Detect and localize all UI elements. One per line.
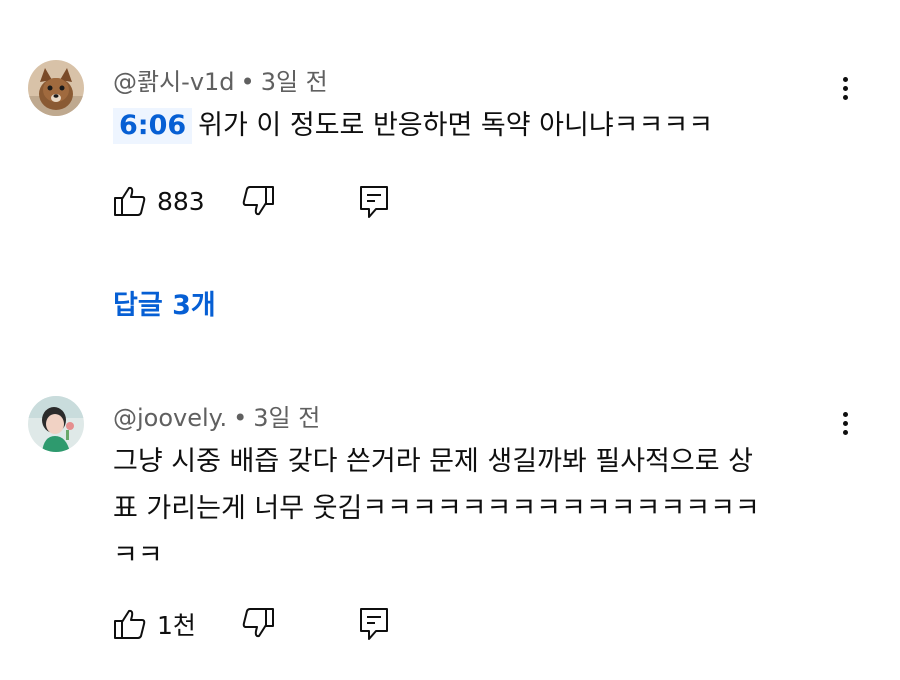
comment-actions: 1천	[113, 606, 513, 642]
like-button[interactable]: 1천	[113, 606, 196, 642]
comment-text: 그냥 시중 배즙 갖다 쓴거라 문제 생길까봐 필사적으로 상 표 가리는게 너…	[113, 438, 833, 579]
comment-text-line: ㅋㅋ	[113, 540, 163, 571]
reply-icon	[358, 606, 390, 642]
reply-icon	[358, 184, 390, 220]
avatar[interactable]	[28, 396, 84, 452]
meta-separator: •	[233, 404, 248, 432]
comment-age: 3일 전	[260, 68, 328, 96]
thumbs-down-icon	[241, 606, 275, 640]
timestamp-link[interactable]: 6:06	[113, 108, 193, 144]
like-count: 883	[157, 186, 205, 216]
more-options-button[interactable]	[830, 68, 860, 108]
comment-text-line: 그냥 시중 배즙 갖다 쓴거라 문제 생길까봐 필사적으로 상	[113, 446, 753, 477]
comment-text-line: 표 가리는게 너무 웃김ㅋㅋㅋㅋㅋㅋㅋㅋㅋㅋㅋㅋㅋㅋㅋㅋ	[113, 493, 760, 524]
thumbs-up-icon	[113, 184, 147, 218]
comment-text: 6:06 위가 이 정도로 반응하면 독약 아니냐ㅋㅋㅋㅋ	[113, 102, 833, 149]
dislike-button[interactable]	[241, 184, 275, 218]
more-options-button[interactable]	[830, 403, 860, 443]
reply-button[interactable]	[358, 606, 390, 642]
like-button[interactable]: 883	[113, 184, 205, 218]
dislike-button[interactable]	[241, 606, 275, 640]
author-name[interactable]: @콹시-v1d	[113, 68, 235, 96]
more-vertical-icon	[842, 411, 848, 435]
avatar[interactable]	[28, 60, 84, 116]
thumbs-down-icon	[241, 184, 275, 218]
comment-age: 3일 전	[253, 404, 321, 432]
comment-meta: @콹시-v1d • 3일 전	[113, 62, 328, 97]
comment-meta: @joovely. • 3일 전	[113, 398, 320, 433]
author-name[interactable]: @joovely.	[113, 404, 227, 432]
reply-button[interactable]	[358, 184, 390, 220]
thumbs-up-icon	[113, 607, 147, 641]
view-replies-button[interactable]: 답글 3개	[113, 283, 216, 322]
meta-separator: •	[240, 68, 255, 96]
comment-actions: 883	[113, 184, 513, 220]
more-vertical-icon	[842, 76, 848, 100]
like-count: 1천	[157, 611, 196, 640]
comment-text-body: 위가 이 정도로 반응하면 독약 아니냐ㅋㅋㅋㅋ	[198, 110, 714, 141]
